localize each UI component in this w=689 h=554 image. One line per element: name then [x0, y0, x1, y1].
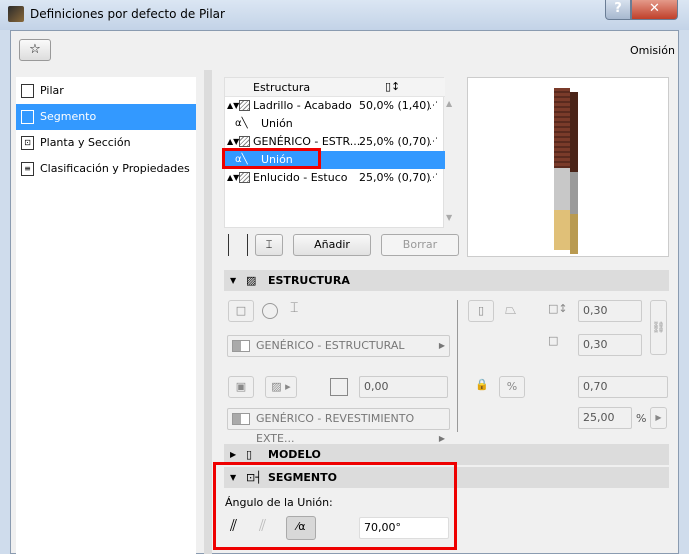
- circular-shape-button[interactable]: [262, 303, 278, 319]
- delete-button[interactable]: Borrar: [381, 234, 459, 256]
- hatch-icon: [239, 172, 250, 183]
- segment-icon: [21, 110, 34, 124]
- pen-icon[interactable]: ⋰: [429, 169, 438, 187]
- highlight-annotation: [213, 462, 457, 550]
- row-name: Ladrillo - Acabado: [253, 99, 352, 112]
- window-title: Definiciones por defecto de Pilar: [30, 7, 225, 21]
- help-button[interactable]: ?: [605, 0, 631, 20]
- panel-title: ESTRUCTURA: [268, 274, 350, 287]
- depth-field[interactable]: 0,30: [578, 334, 642, 356]
- row-value: 50,0% (1,40): [359, 99, 431, 112]
- row-value: 25,0% (0,70): [359, 171, 431, 184]
- segment-column-icon: ⌶: [265, 238, 273, 251]
- hatch-icon: ▨: [246, 274, 257, 287]
- sidebar-item-clasificacion[interactable]: ≡ Clasificación y Propiedades: [16, 156, 196, 182]
- list-header: Estructura ▯↕: [225, 78, 445, 97]
- row-value: 25,0% (0,70): [359, 135, 431, 148]
- list-item[interactable]: ▲▼ Enlucido - Estuco 25,0% (0,70) ⋰: [225, 169, 445, 187]
- floor-plan-icon: ⊡: [21, 136, 34, 150]
- list-item[interactable]: ▲▼ Ladrillo - Acabado 50,0% (1,40) ⋰: [225, 97, 445, 115]
- generic-side: [570, 172, 578, 214]
- prism-button[interactable]: ▯: [468, 300, 494, 322]
- sidebar-item-planta-seccion[interactable]: ⊡ Planta y Sección: [16, 130, 196, 156]
- generic-segment: [554, 168, 570, 210]
- material-swatch-icon: [232, 340, 250, 352]
- pen-icon[interactable]: ⋰: [429, 97, 438, 115]
- percent-unit: %: [636, 412, 647, 425]
- percent-field[interactable]: 25,00: [578, 407, 632, 429]
- link-dimensions-button[interactable]: ⛓: [650, 300, 667, 355]
- percent-toggle-button[interactable]: %: [499, 376, 525, 398]
- list-item[interactable]: α╲ Unión: [225, 115, 445, 133]
- tapered-button[interactable]: ⏢: [505, 302, 516, 318]
- joint-angle-icon: α╲: [235, 118, 248, 129]
- dropdown-value: GENÉRICO - ESTRUCTURAL: [256, 339, 405, 352]
- lock-height-icon[interactable]: 🔒: [475, 378, 489, 391]
- percent-menu-button[interactable]: ▶: [650, 407, 667, 429]
- column-icon: [21, 84, 34, 98]
- splitter[interactable]: [204, 70, 212, 554]
- sidebar-item-label: Clasificación y Propiedades: [40, 162, 190, 175]
- chevron-right-icon: ▶: [438, 341, 445, 350]
- chain-icon: ⛓: [651, 321, 666, 334]
- brick-segment: [554, 88, 570, 173]
- expand-triangle-icon: ▼: [230, 276, 237, 285]
- depth-icon: □: [548, 334, 559, 347]
- hatch-icon: [239, 136, 250, 147]
- width-field[interactable]: 0,30: [578, 300, 642, 322]
- favorites-button[interactable]: ☆: [19, 39, 51, 61]
- veneer-material-dropdown[interactable]: GENÉRICO - REVESTIMIENTO EXTE... ▶: [227, 408, 450, 445]
- width-icon: □↕: [548, 302, 568, 315]
- height-column-icon: ▯↕: [385, 80, 401, 93]
- height-field[interactable]: 0,70: [578, 376, 668, 398]
- brick-side: [570, 92, 578, 177]
- reorder-icon[interactable]: ▲▼: [227, 97, 239, 115]
- sidebar-item-label: Segmento: [40, 110, 97, 123]
- add-button[interactable]: Añadir: [293, 234, 371, 256]
- material-swatch-icon: [232, 413, 250, 425]
- straight-column-button[interactable]: [228, 234, 248, 256]
- veneer-button[interactable]: ▣: [228, 376, 254, 398]
- reorder-icon[interactable]: ▲▼: [227, 169, 239, 187]
- sidebar-item-label: Planta y Sección: [40, 136, 131, 149]
- veneer-type-button[interactable]: ▨ ▸: [265, 376, 297, 398]
- close-button[interactable]: ✕: [631, 0, 678, 20]
- sidebar: Pilar Segmento ⊡ Planta y Sección ≡ Clasif…: [16, 77, 196, 554]
- sidebar-item-pilar[interactable]: Pilar: [16, 78, 196, 104]
- list-scrollbar[interactable]: ▲ ▼: [446, 95, 458, 225]
- panel-title: MODELO: [268, 448, 321, 461]
- pen-icon[interactable]: ⋰: [429, 133, 438, 151]
- veneer-thickness-icon: [330, 378, 348, 396]
- stucco-segment: [554, 210, 570, 250]
- properties-icon: ≡: [21, 162, 34, 176]
- divider: [457, 300, 458, 432]
- building-material-dropdown[interactable]: GENÉRICO - ESTRUCTURAL ▶: [227, 335, 450, 357]
- steel-profile-button[interactable]: ⌶: [290, 300, 298, 316]
- app-icon: [8, 6, 24, 22]
- rectangular-shape-button[interactable]: □: [228, 300, 254, 322]
- panel-estructura-header[interactable]: ▼ ▨ ESTRUCTURA: [224, 270, 669, 291]
- veneer-thickness-field[interactable]: 0,00: [359, 376, 448, 398]
- sidebar-item-segmento[interactable]: Segmento: [16, 104, 196, 130]
- column-header-estructura: Estructura: [253, 81, 311, 94]
- row-name: Unión: [261, 117, 293, 130]
- highlight-annotation: [222, 148, 321, 169]
- favorites-icon: ☆: [29, 42, 41, 57]
- stucco-side: [570, 214, 578, 254]
- 3d-preview[interactable]: [467, 77, 669, 257]
- sidebar-item-label: Pilar: [40, 84, 64, 97]
- default-label: Omisión: [630, 44, 675, 57]
- segmented-column-button[interactable]: ⌶: [255, 234, 283, 256]
- row-name: Enlucido - Estuco: [253, 171, 348, 184]
- hatch-icon: [239, 100, 250, 111]
